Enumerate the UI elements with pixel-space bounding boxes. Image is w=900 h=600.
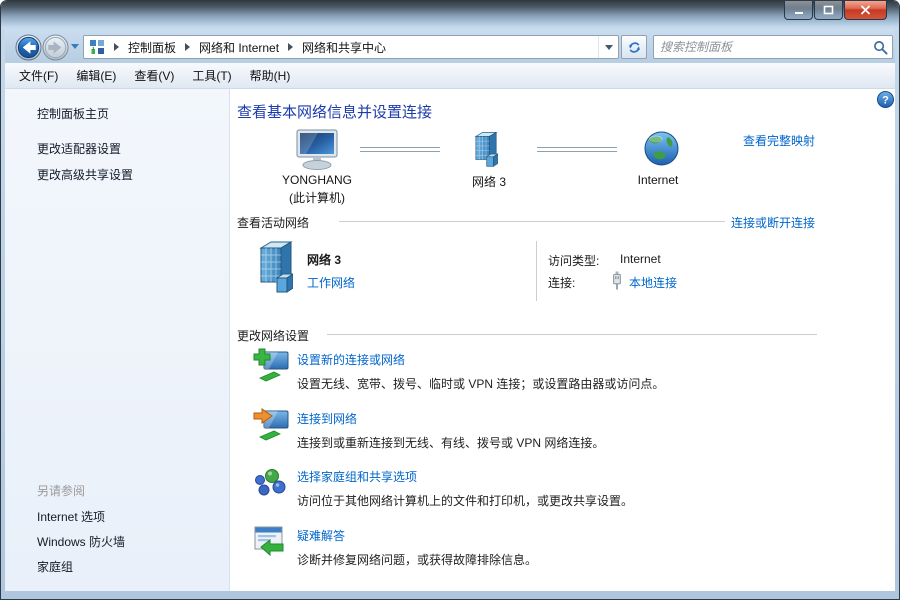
back-icon[interactable] xyxy=(15,34,42,61)
computer-label: YONGHANG xyxy=(262,173,372,187)
setup-new-connection-link[interactable]: 设置新的连接或网络 xyxy=(297,353,405,367)
svg-text:?: ? xyxy=(882,95,889,107)
breadcrumb-control-panel[interactable]: 控制面板 xyxy=(126,39,178,56)
sidebar-item-windows-firewall[interactable]: Windows 防火墙 xyxy=(37,533,125,550)
internet-label: Internet xyxy=(603,173,713,187)
sidebar-item-change-advanced-sharing[interactable]: 更改高级共享设置 xyxy=(37,166,133,183)
connection-label: 连接: xyxy=(548,274,575,291)
connect-to-network-desc: 连接到或重新连接到无线、有线、拨号或 VPN 网络连接。 xyxy=(297,434,604,451)
troubleshoot-icon[interactable] xyxy=(253,525,285,556)
troubleshoot-link[interactable]: 疑难解答 xyxy=(297,529,345,543)
maximize-icon xyxy=(823,5,834,15)
caption-buttons xyxy=(783,1,887,20)
breadcrumb-network-internet[interactable]: 网络和 Internet xyxy=(197,39,281,56)
active-network-building-icon xyxy=(253,239,293,297)
section-divider xyxy=(339,221,725,222)
help-icon[interactable]: ? xyxy=(877,91,894,108)
minimize-icon xyxy=(794,6,804,15)
menu-tools[interactable]: 工具(T) xyxy=(192,67,231,84)
setup-new-connection-desc: 设置无线、宽带、拨号、临时或 VPN 连接；或设置路由器或访问点。 xyxy=(297,375,664,392)
access-type-value: Internet xyxy=(620,252,661,266)
computer-icon[interactable] xyxy=(294,129,340,171)
local-connection-link[interactable]: 本地连接 xyxy=(629,274,677,291)
internet-globe-icon[interactable] xyxy=(643,130,680,167)
network-label: 网络 3 xyxy=(434,173,544,190)
see-also-header: 另请参阅 xyxy=(37,482,85,499)
network-settings-header: 更改网络设置 xyxy=(237,327,309,344)
sidebar-item-control-panel-home[interactable]: 控制面板主页 xyxy=(37,105,109,122)
refresh-button[interactable] xyxy=(621,35,647,59)
menu-help[interactable]: 帮助(H) xyxy=(250,67,291,84)
dropdown-arrow-icon xyxy=(605,45,613,50)
maximize-button[interactable] xyxy=(814,1,843,20)
address-dropdown-button[interactable] xyxy=(598,36,618,58)
main-pane: ? 查看基本网络信息并设置连接 查看完整映射 YONGHANG (此计算机) xyxy=(231,89,895,591)
breadcrumb-separator-icon xyxy=(288,43,293,51)
section-divider xyxy=(327,334,817,335)
active-network-divider xyxy=(536,241,537,301)
computer-sublabel: (此计算机) xyxy=(262,189,372,206)
breadcrumb-separator-icon xyxy=(114,43,119,51)
homegroup-options-desc: 访问位于其他网络计算机上的文件和打印机，或更改共享设置。 xyxy=(297,492,633,509)
sidebar-item-change-adapter-settings[interactable]: 更改适配器设置 xyxy=(37,140,121,157)
active-network-name: 网络 3 xyxy=(307,251,341,268)
active-networks-header: 查看活动网络 xyxy=(237,214,309,231)
network-type-link[interactable]: 工作网络 xyxy=(307,274,355,291)
homegroup-options-link[interactable]: 选择家庭组和共享选项 xyxy=(297,470,417,484)
sidebar-item-homegroup[interactable]: 家庭组 xyxy=(37,558,73,575)
map-connection-line xyxy=(537,147,617,152)
menu-bar: 文件(F) 编辑(E) 查看(V) 工具(T) 帮助(H) xyxy=(5,63,895,89)
title-bar xyxy=(1,1,899,29)
map-connection-line xyxy=(360,147,440,152)
view-full-map-link[interactable]: 查看完整映射 xyxy=(743,132,815,149)
refresh-icon xyxy=(627,40,642,55)
close-icon xyxy=(860,5,871,15)
access-type-label: 访问类型: xyxy=(548,252,599,269)
breadcrumb-separator-icon xyxy=(185,43,190,51)
troubleshoot-desc: 诊断并修复网络问题，或获得故障排除信息。 xyxy=(297,551,537,568)
network-icon[interactable] xyxy=(467,131,501,169)
new-connection-icon[interactable] xyxy=(252,347,290,383)
search-icon[interactable] xyxy=(873,40,888,55)
recent-pages-chevron-icon[interactable] xyxy=(71,44,79,49)
menu-edit[interactable]: 编辑(E) xyxy=(76,67,116,84)
close-button[interactable] xyxy=(844,1,887,20)
search-input[interactable] xyxy=(654,37,868,57)
sidebar: 控制面板主页 更改适配器设置 更改高级共享设置 另请参阅 Internet 选项… xyxy=(5,89,230,591)
minimize-button[interactable] xyxy=(784,1,813,20)
menu-view[interactable]: 查看(V) xyxy=(134,67,174,84)
sidebar-item-internet-options[interactable]: Internet 选项 xyxy=(37,508,105,525)
connect-network-icon[interactable] xyxy=(252,406,290,442)
page-title: 查看基本网络信息并设置连接 xyxy=(237,101,432,122)
content-area: 控制面板主页 更改适配器设置 更改高级共享设置 另请参阅 Internet 选项… xyxy=(5,89,895,591)
search-box xyxy=(653,35,893,59)
cable-icon xyxy=(611,271,623,290)
breadcrumb-network-sharing-center[interactable]: 网络和共享中心 xyxy=(300,39,388,56)
control-panel-icon xyxy=(89,39,105,55)
address-bar[interactable]: 控制面板 网络和 Internet 网络和共享中心 xyxy=(83,35,619,59)
navigation-bar: 控制面板 网络和 Internet 网络和共享中心 xyxy=(5,29,895,63)
homegroup-icon[interactable] xyxy=(253,466,287,498)
network-sharing-center-window: 控制面板 网络和 Internet 网络和共享中心 xyxy=(0,0,900,600)
forward-icon[interactable] xyxy=(42,34,69,61)
connect-to-network-link[interactable]: 连接到网络 xyxy=(297,412,357,426)
connect-disconnect-link[interactable]: 连接或断开连接 xyxy=(731,214,815,231)
menu-file[interactable]: 文件(F) xyxy=(19,67,58,84)
